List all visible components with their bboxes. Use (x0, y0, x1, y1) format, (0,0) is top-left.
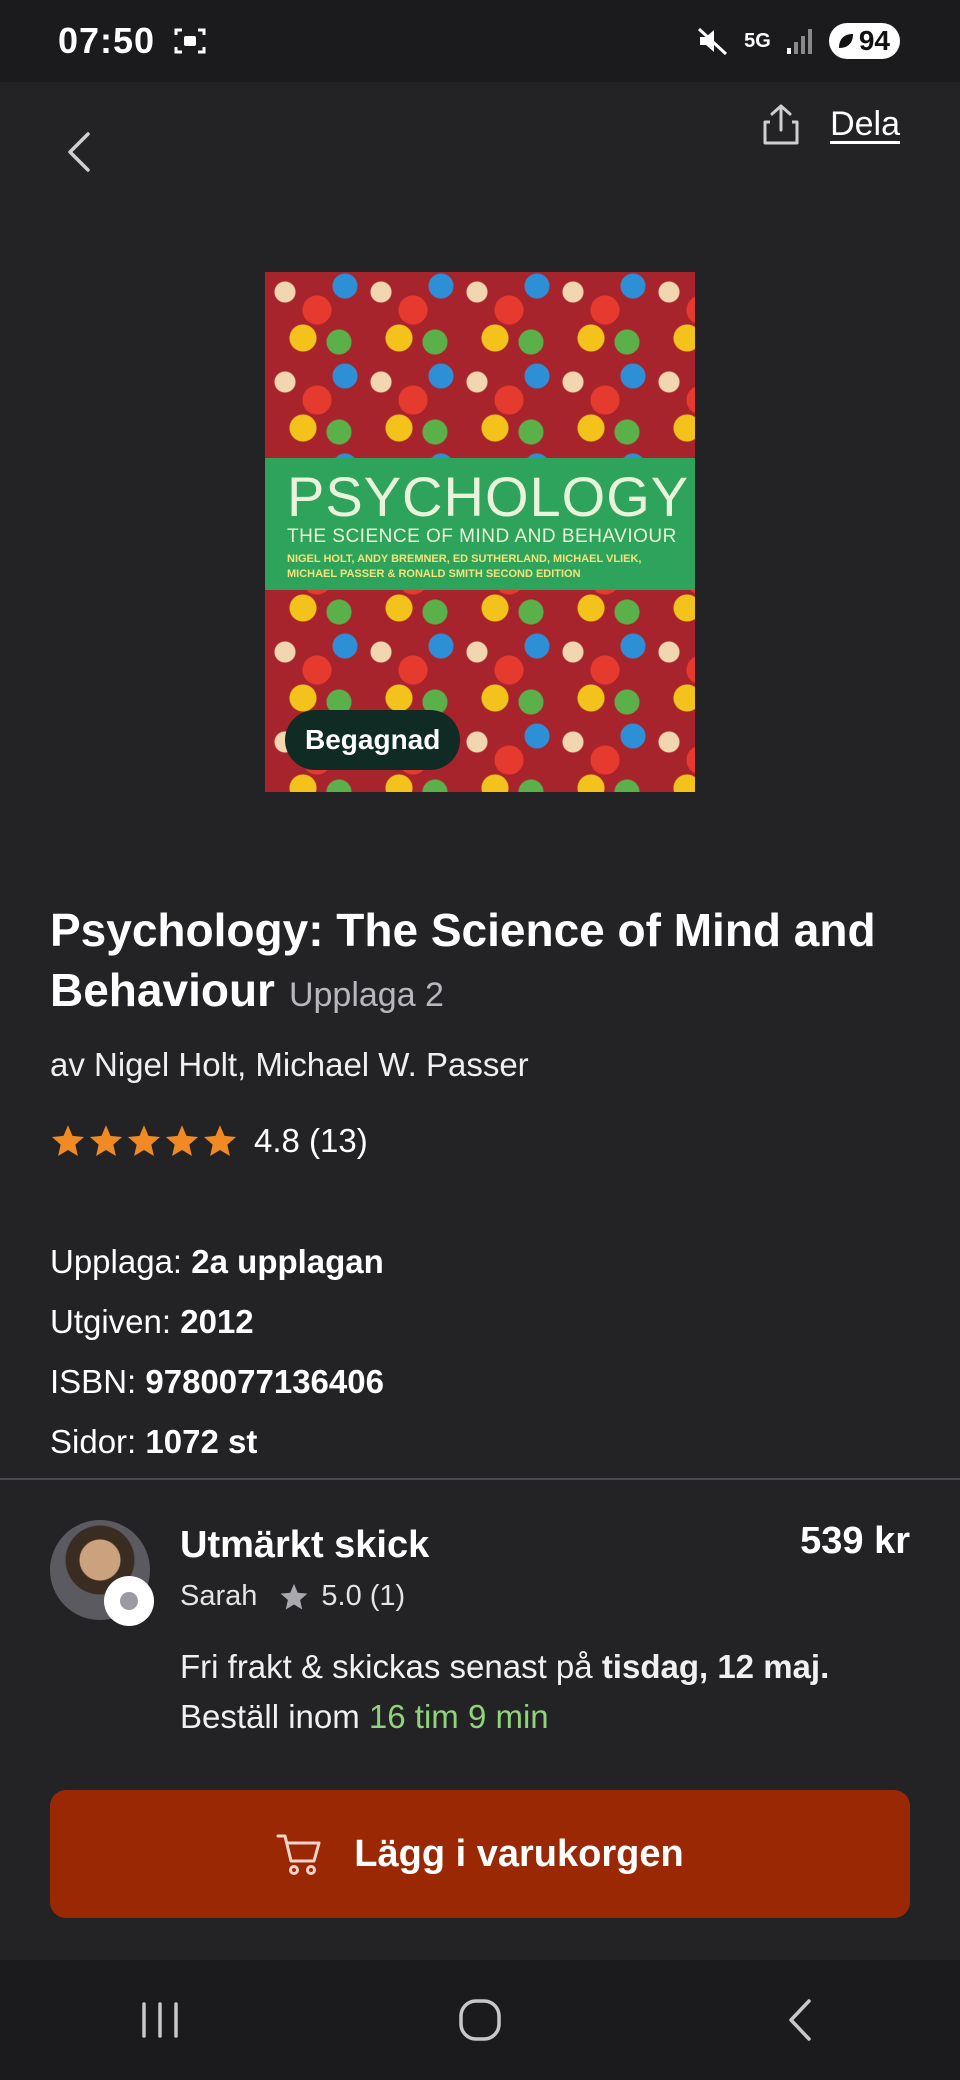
book-title-text: Psychology: The Science of Mind and Beha… (50, 904, 876, 1016)
seller-badge-icon (104, 1576, 154, 1626)
detail-published: Utgiven: 2012 (50, 1292, 384, 1352)
detail-label: Utgiven: (50, 1303, 172, 1340)
seller-rating: 5.0 (1) (321, 1580, 406, 1612)
offer-price: 539 kr (800, 1520, 910, 1562)
status-bar: 07:50 5G 94 (0, 0, 960, 82)
home-icon (459, 1999, 501, 2041)
battery-indicator: 94 (828, 23, 900, 59)
star-icon (127, 1125, 161, 1156)
condition-badge: Begagnad (285, 710, 461, 770)
battery-saver-icon (838, 34, 853, 48)
offer-condition: Utmärkt skick (180, 1524, 430, 1566)
edition-label: Upplaga 2 (288, 976, 444, 1014)
detail-label: ISBN: (50, 1363, 137, 1400)
cover-authors: NIGEL HOLT, ANDY BREMNER, ED SUTHERLAND,… (287, 553, 642, 580)
status-time: 07:50 (58, 20, 156, 61)
book-title: Psychology: The Science of Mind and Beha… (50, 900, 910, 1025)
detail-value: 9780077136406 (145, 1363, 384, 1400)
detail-pages: Sidor: 1072 st (50, 1412, 384, 1472)
section-divider (0, 1478, 960, 1480)
detail-edition: Upplaga: 2a upplagan (50, 1232, 384, 1292)
system-back-button[interactable] (770, 1990, 830, 2050)
shipping-date: tisdag, 12 maj. (601, 1648, 830, 1685)
detail-label: Sidor: (50, 1423, 137, 1460)
share-icon (763, 104, 799, 145)
recent-apps-button[interactable] (130, 1990, 190, 2050)
share-label[interactable]: Dela (830, 105, 900, 144)
detail-isbn: ISBN: 9780077136406 (50, 1352, 384, 1412)
seller-info[interactable]: Sarah 5.0 (1) (180, 1580, 405, 1613)
order-countdown: 16 tim 9 min (368, 1698, 549, 1735)
star-icon (89, 1125, 123, 1156)
detail-label: Upplaga: (50, 1243, 183, 1280)
star-icon (51, 1125, 85, 1156)
order-prefix: Beställ inom (180, 1698, 369, 1735)
cover-title: PSYCHOLOGY (287, 465, 690, 528)
battery-level: 94 (858, 25, 890, 56)
share-button[interactable]: Dela (762, 102, 900, 146)
add-to-cart-label: Lägg i varukorgen (354, 1832, 684, 1875)
shipping-info: Fri frakt & skickas senast på tisdag, 12… (180, 1642, 920, 1742)
detail-value: 2012 (180, 1303, 254, 1340)
shipping-prefix: Fri frakt & skickas senast på (180, 1648, 602, 1685)
add-to-cart-button[interactable]: Lägg i varukorgen (50, 1790, 910, 1918)
network-type: 5G (744, 30, 771, 52)
rating-stars (50, 1123, 238, 1159)
detail-value: 2a upplagan (191, 1243, 384, 1280)
system-back-icon (789, 1999, 811, 2041)
seller-name: Sarah (180, 1580, 258, 1612)
star-icon (165, 1125, 199, 1156)
cover-subtitle: THE SCIENCE OF MIND AND BEHAVIOUR (287, 526, 677, 547)
star-icon (203, 1125, 237, 1156)
book-details: Upplaga: 2a upplagan Utgiven: 2012 ISBN:… (50, 1232, 384, 1472)
rating-row[interactable]: 4.8 (13) (50, 1122, 368, 1160)
rating-text: 4.8 (13) (254, 1122, 368, 1159)
recent-apps-icon (142, 2002, 178, 2038)
back-arrow-icon[interactable] (62, 130, 96, 174)
mute-icon (698, 27, 728, 56)
signal-icon (786, 29, 812, 54)
detail-value: 1072 st (145, 1423, 258, 1460)
system-navigation-bar (0, 1960, 960, 2080)
cover-title-band: PSYCHOLOGY THE SCIENCE OF MIND AND BEHAV… (265, 458, 695, 590)
book-cover-image: PSYCHOLOGY THE SCIENCE OF MIND AND BEHAV… (265, 272, 695, 792)
star-icon (281, 1583, 308, 1609)
cart-icon (276, 1834, 321, 1875)
home-button[interactable] (450, 1990, 510, 2050)
screen-record-icon (174, 28, 206, 54)
book-authors[interactable]: av Nigel Holt, Michael W. Passer (50, 1046, 529, 1084)
